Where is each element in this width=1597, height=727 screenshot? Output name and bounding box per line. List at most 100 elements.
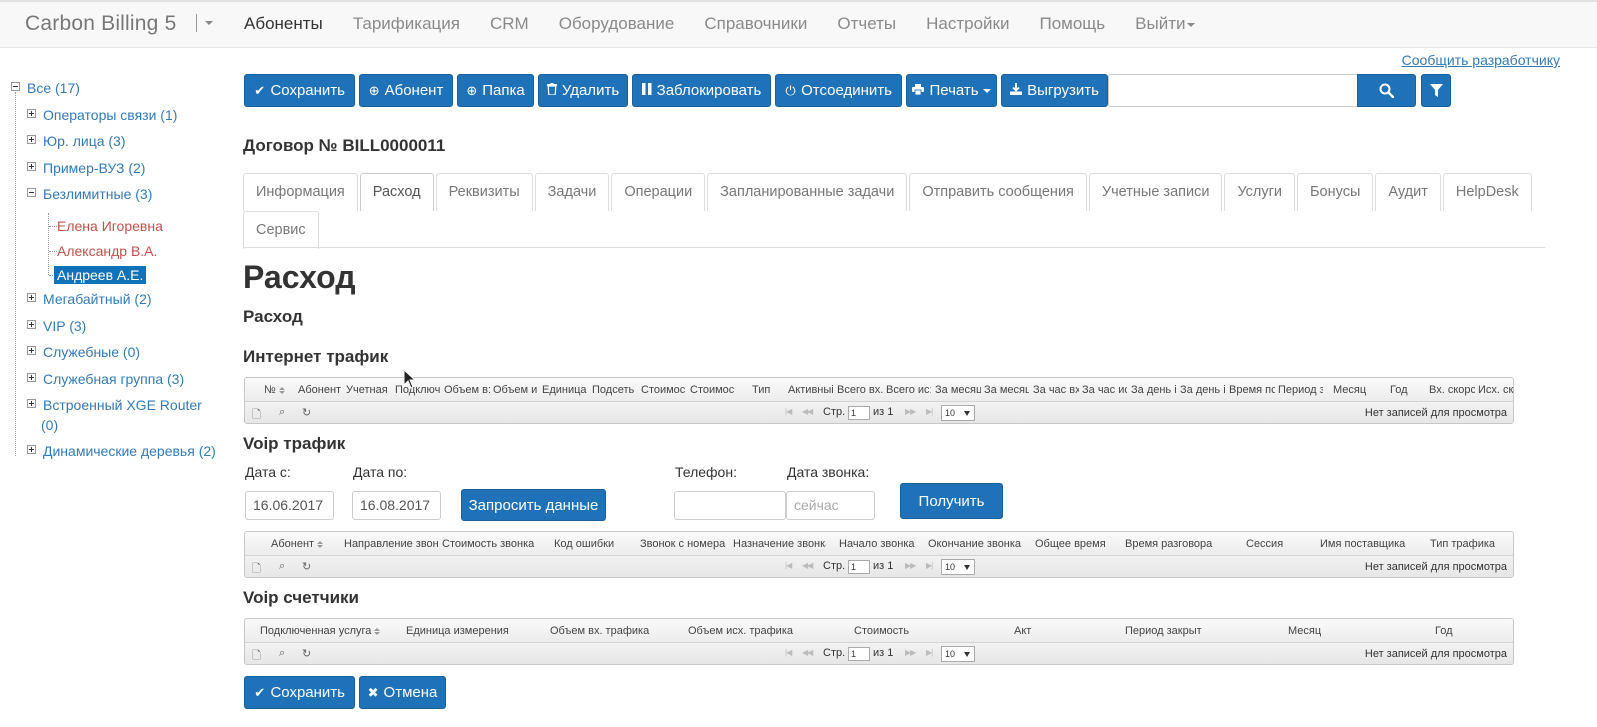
- tree-node-label[interactable]: Встроенный XGE Router: [43, 397, 202, 413]
- column-header[interactable]: Стоимость звонка: [442, 532, 537, 555]
- last-page-icon[interactable]: ▶|: [926, 561, 933, 570]
- date-from-input[interactable]: 16.06.2017: [245, 491, 334, 520]
- column-header[interactable]: Исх. ск: [1478, 378, 1513, 401]
- column-header[interactable]: Месяц: [1333, 378, 1373, 401]
- column-header[interactable]: Всего вх.: [837, 378, 883, 401]
- nav-logout-dropdown[interactable]: Выйти: [1120, 2, 1210, 48]
- column-header[interactable]: За день і: [1180, 378, 1225, 401]
- nav-crm[interactable]: CRM: [475, 2, 544, 48]
- get-button[interactable]: Получить: [900, 483, 1003, 519]
- column-header[interactable]: Объем вх. трафика: [550, 619, 660, 642]
- tab-requisites[interactable]: Реквизиты: [435, 173, 533, 211]
- first-page-icon[interactable]: |◀: [785, 561, 792, 570]
- column-header[interactable]: Акт: [1014, 619, 1054, 642]
- page-number-input[interactable]: 1: [848, 406, 870, 420]
- block-button[interactable]: Заблокировать: [632, 74, 771, 107]
- delete-button[interactable]: Удалить: [538, 74, 628, 107]
- footer-save-button[interactable]: ✔ Сохранить: [244, 676, 355, 709]
- search-icon[interactable]: ⌕: [279, 406, 285, 419]
- column-header[interactable]: Подключенная услуга: [260, 619, 385, 642]
- rows-per-page-select[interactable]: 10: [941, 559, 975, 575]
- tab-info[interactable]: Информация: [243, 173, 358, 211]
- column-header[interactable]: Стоимос: [641, 378, 687, 401]
- tree-node-operators[interactable]: Операторы связи (1): [8, 105, 228, 132]
- column-header[interactable]: Год: [1435, 619, 1475, 642]
- add-record-icon[interactable]: 🗋: [252, 560, 261, 577]
- nav-reports[interactable]: Отчеты: [822, 2, 911, 48]
- tree-node-xge-router[interactable]: Встроенный XGE Router: [8, 395, 228, 415]
- tree-node-megabyte[interactable]: Мегабайтный (2): [8, 289, 228, 316]
- filter-button[interactable]: [1421, 74, 1451, 107]
- phone-input[interactable]: [674, 491, 786, 520]
- column-header[interactable]: Начало звонка: [839, 532, 924, 555]
- tree-leaf-andreev[interactable]: Андреев А.Е.: [8, 265, 228, 289]
- date-to-input[interactable]: 16.08.2017: [352, 491, 441, 520]
- report-developer-link[interactable]: Сообщить разработчику: [1402, 52, 1560, 68]
- column-header[interactable]: Время разговора: [1125, 532, 1220, 555]
- tree-node-label[interactable]: Служебная группа (3): [43, 371, 184, 387]
- next-page-icon[interactable]: ▶▶: [905, 407, 916, 416]
- tab-service[interactable]: Сервис: [243, 211, 319, 249]
- last-page-icon[interactable]: ▶|: [926, 407, 933, 416]
- nav-tariffs[interactable]: Тарификация: [338, 2, 475, 48]
- tab-consumption[interactable]: Расход: [359, 173, 434, 211]
- page-number-input[interactable]: 1: [848, 647, 870, 661]
- column-header[interactable]: Вх. скорс: [1429, 378, 1475, 401]
- expand-icon[interactable]: [27, 161, 36, 171]
- prev-page-icon[interactable]: ◀◀: [802, 561, 813, 570]
- column-header[interactable]: Период закрыт: [1125, 619, 1215, 642]
- search-button[interactable]: [1357, 74, 1416, 107]
- tree-node-label[interactable]: Операторы связи (1): [43, 107, 177, 123]
- refresh-icon[interactable]: ↻: [302, 406, 311, 419]
- column-header[interactable]: Учетная: [346, 378, 392, 401]
- column-header[interactable]: Объем исх. трафика: [688, 619, 803, 642]
- column-header[interactable]: Абонент: [298, 378, 344, 401]
- tab-send-messages[interactable]: Отправить сообщения: [909, 173, 1087, 211]
- tree-node-example-vuz[interactable]: Пример-ВУЗ (2): [8, 158, 228, 185]
- tree-node-label[interactable]: (0): [41, 417, 58, 433]
- column-header[interactable]: Тип: [752, 378, 782, 401]
- expand-icon[interactable]: [27, 108, 36, 118]
- nav-help[interactable]: Помощь: [1024, 2, 1120, 48]
- tree-node-label[interactable]: Служебные (0): [43, 344, 140, 360]
- first-page-icon[interactable]: |◀: [785, 407, 792, 416]
- request-data-button[interactable]: Запросить данные: [461, 489, 606, 521]
- column-header[interactable]: Активныі: [788, 378, 834, 401]
- first-page-icon[interactable]: |◀: [785, 648, 792, 657]
- search-icon[interactable]: ⌕: [279, 560, 285, 573]
- add-subscriber-button[interactable]: ⊕ Абонент: [359, 74, 453, 107]
- tab-services[interactable]: Услуги: [1224, 173, 1296, 211]
- column-header[interactable]: Единица: [542, 378, 588, 401]
- nav-directories[interactable]: Справочники: [689, 2, 822, 48]
- tree-node-label-selected[interactable]: Андреев А.Е.: [54, 266, 147, 284]
- column-header[interactable]: Период з: [1278, 378, 1323, 401]
- column-header[interactable]: Абонент: [271, 532, 341, 555]
- tab-operations[interactable]: Операции: [611, 173, 706, 211]
- tab-scheduled-tasks[interactable]: Запланированные задачи: [707, 173, 908, 211]
- column-header[interactable]: За час вх: [1033, 378, 1079, 401]
- add-record-icon[interactable]: 🗋: [252, 406, 261, 423]
- prev-page-icon[interactable]: ◀◀: [802, 407, 813, 416]
- column-header[interactable]: За месяц: [984, 378, 1029, 401]
- page-number-input[interactable]: 1: [848, 560, 870, 574]
- rows-per-page-select[interactable]: 10: [941, 646, 975, 662]
- brand-logo[interactable]: Carbon Billing 5: [25, 12, 176, 36]
- tree-node-label[interactable]: VIP (3): [43, 318, 86, 334]
- tree-node-unlimited[interactable]: Безлимитные (3): [8, 184, 228, 208]
- tree-node-legal[interactable]: Юр. лица (3): [8, 131, 228, 158]
- print-dropdown-button[interactable]: Печать: [906, 74, 997, 107]
- column-header[interactable]: Год: [1390, 378, 1420, 401]
- column-header[interactable]: Всего ис:: [886, 378, 931, 401]
- tree-node-dynamic[interactable]: Динамические деревья (2): [8, 441, 228, 468]
- column-header[interactable]: Подсеть: [592, 378, 637, 401]
- disconnect-button[interactable]: ⏻ Отсоединить: [775, 74, 902, 107]
- tree-node-all[interactable]: Все (17): [8, 78, 228, 105]
- column-header[interactable]: Стоимос: [690, 378, 735, 401]
- column-header[interactable]: За день і: [1131, 378, 1177, 401]
- tree-node-label[interactable]: Безлимитные (3): [43, 186, 152, 202]
- tab-audit[interactable]: Аудит: [1375, 173, 1441, 211]
- refresh-icon[interactable]: ↻: [302, 647, 311, 660]
- nav-equipment[interactable]: Оборудование: [544, 2, 690, 48]
- column-header[interactable]: Сессия: [1246, 532, 1306, 555]
- nav-settings[interactable]: Настройки: [911, 2, 1024, 48]
